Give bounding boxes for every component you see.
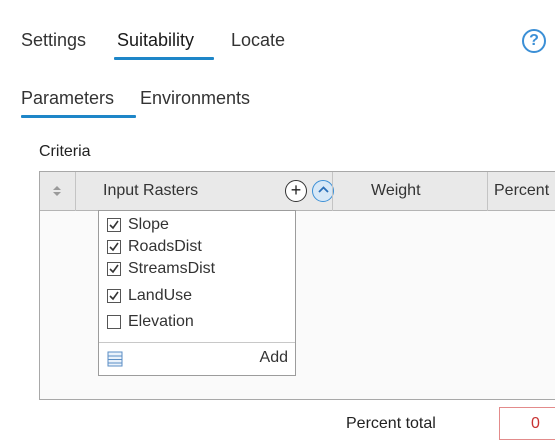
- column-header-percent[interactable]: Percent: [494, 182, 549, 200]
- raster-checklist: Slope RoadsDist StreamsDist LandUse Elev…: [98, 210, 296, 376]
- add-raster-button[interactable]: +: [285, 180, 307, 202]
- column-divider: [75, 172, 76, 211]
- checkbox[interactable]: [107, 262, 121, 276]
- active-subtab-indicator: [21, 115, 136, 118]
- checkmark-icon: [109, 264, 119, 274]
- chevron-up-icon: [317, 186, 329, 193]
- column-header-input-rasters[interactable]: Input Rasters: [103, 182, 198, 200]
- checkmark-icon: [109, 242, 119, 252]
- row-selector-icon[interactable]: [51, 184, 63, 198]
- tab-parameters[interactable]: Parameters: [21, 88, 114, 109]
- collapse-list-button[interactable]: [312, 180, 334, 202]
- column-divider: [487, 172, 488, 211]
- table-header: Input Rasters + Weight Percent: [40, 172, 555, 211]
- raster-label: Elevation: [128, 313, 194, 330]
- raster-label: Slope: [128, 216, 169, 233]
- percent-total-label: Percent total: [346, 415, 436, 432]
- raster-label: LandUse: [128, 287, 193, 304]
- checkbox[interactable]: [107, 218, 121, 232]
- column-header-weight[interactable]: Weight: [371, 182, 421, 200]
- raster-label: StreamsDist: [128, 260, 216, 277]
- checkbox[interactable]: [107, 315, 121, 329]
- checklist-footer: Add: [99, 342, 295, 375]
- checkmark-icon: [109, 291, 119, 301]
- checkbox[interactable]: [107, 240, 121, 254]
- tab-locate[interactable]: Locate: [231, 30, 285, 51]
- checkbox[interactable]: [107, 289, 121, 303]
- active-tab-indicator: [114, 57, 214, 60]
- criteria-label: Criteria: [39, 143, 91, 160]
- add-rasters-button[interactable]: Add: [260, 349, 288, 367]
- percent-total-field: 0: [499, 407, 555, 440]
- table-icon[interactable]: [107, 351, 123, 367]
- raster-label: RoadsDist: [128, 238, 202, 255]
- percent-total-value: 0: [531, 415, 540, 432]
- help-icon[interactable]: ?: [522, 29, 546, 53]
- tab-settings[interactable]: Settings: [21, 30, 86, 51]
- tab-suitability[interactable]: Suitability: [117, 30, 194, 51]
- column-divider: [332, 172, 333, 211]
- tab-environments[interactable]: Environments: [140, 88, 250, 109]
- checkmark-icon: [109, 220, 119, 230]
